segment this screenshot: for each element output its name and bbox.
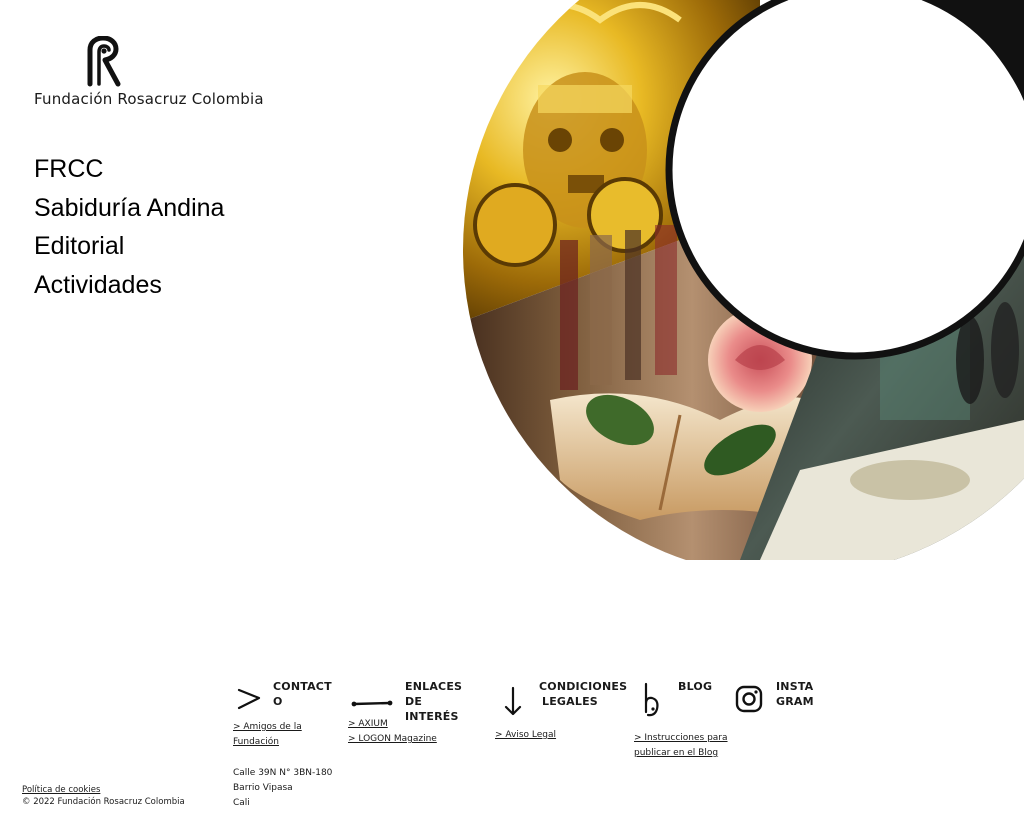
line-connector-icon (351, 700, 393, 707)
blog-b-icon (644, 682, 659, 717)
hero-ring-collage (463, 0, 1024, 560)
footer-contact-title[interactable]: CONTACT O (273, 679, 332, 709)
chevron-right-icon (237, 688, 261, 710)
footer-legal-notes: Política de cookies © 2022 Fundación Ros… (22, 784, 185, 808)
link-aviso-legal[interactable]: > Aviso Legal (495, 728, 556, 743)
link-logon-magazine[interactable]: > LOGON Magazine (348, 732, 437, 747)
footer-legal-title[interactable]: CONDICIONES LEGALES (539, 679, 627, 709)
link-axium[interactable]: > AXIUM (348, 717, 437, 732)
arrow-down-icon (504, 686, 522, 716)
copyright-text: © 2022 Fundación Rosacruz Colombia (22, 797, 185, 807)
footer-blog-title[interactable]: BLOG (678, 679, 712, 694)
link-politica-cookies[interactable]: Política de cookies (22, 784, 185, 796)
footer-instagram-title[interactable]: INSTA GRAM (776, 679, 814, 709)
link-amigos-fundacion[interactable]: > Amigos de la Fundación (233, 720, 302, 750)
link-instrucciones-blog[interactable]: > Instrucciones para publicar en el Blog (634, 731, 728, 761)
site-footer: CONTACT O > Amigos de la Fundación Calle 3… (0, 670, 1024, 820)
footer-address: Calle 39N N° 3BN-180 Barrio Vipasa Cali (233, 768, 333, 808)
hero-inner-circle (665, 0, 1024, 360)
instagram-icon[interactable] (735, 681, 763, 717)
